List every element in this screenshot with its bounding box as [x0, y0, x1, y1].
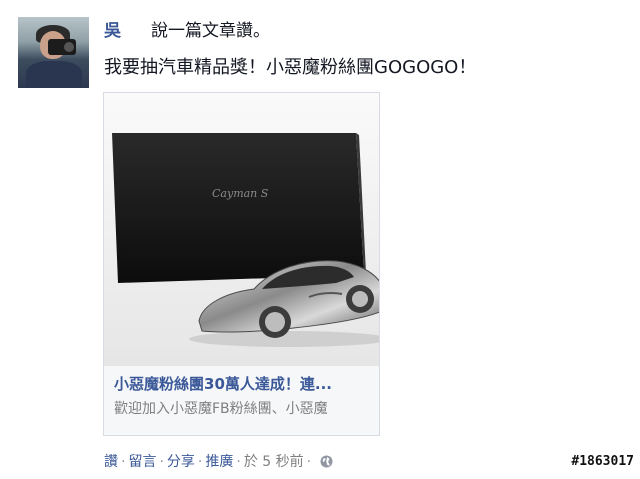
promote-link[interactable]: 推廣 — [205, 454, 233, 470]
avatar[interactable] — [18, 17, 89, 88]
card-title[interactable]: 小惡魔粉絲團30萬人達成！連... — [114, 373, 369, 395]
post-header: 吳 說一篇文章讚。 — [104, 20, 270, 42]
post-action-text: 說一篇文章讚。 — [151, 21, 270, 41]
share-link[interactable]: 分享 — [167, 454, 195, 470]
globe-icon[interactable] — [320, 455, 333, 468]
separator-dot: · — [197, 454, 203, 470]
card-description: 歡迎加入小惡魔FB粉絲團、小惡魔 — [114, 401, 328, 417]
box-logo-text: Cayman S — [212, 187, 269, 200]
author-name[interactable]: 吳 — [104, 21, 121, 41]
post-id-watermark: #1863017 — [571, 454, 634, 469]
card-image[interactable]: Cayman S — [104, 93, 379, 365]
post-message: 我要抽汽車精品獎！小惡魔粉絲團GOGOGO！ — [104, 57, 477, 78]
card-text-area[interactable]: 小惡魔粉絲團30萬人達成！連... 歡迎加入小惡魔FB粉絲團、小惡魔 — [104, 365, 379, 435]
separator-dot: · — [236, 454, 241, 470]
separator-dot: · — [121, 454, 126, 470]
timestamp[interactable]: 於 5 秒前 — [244, 454, 304, 470]
comment-link[interactable]: 留言 — [128, 454, 156, 470]
separator-dot: · — [306, 454, 312, 470]
separator-dot: · — [159, 454, 164, 470]
read-link[interactable]: 讚 — [104, 454, 118, 470]
post-actions: 讚 · 留言 · 分享 · 推廣 · 於 5 秒前 · — [104, 453, 333, 471]
link-preview-card[interactable]: Cayman S 小惡魔粉絲團30萬人達成！連... 歡迎加入小惡魔FB粉絲團、… — [103, 92, 380, 436]
